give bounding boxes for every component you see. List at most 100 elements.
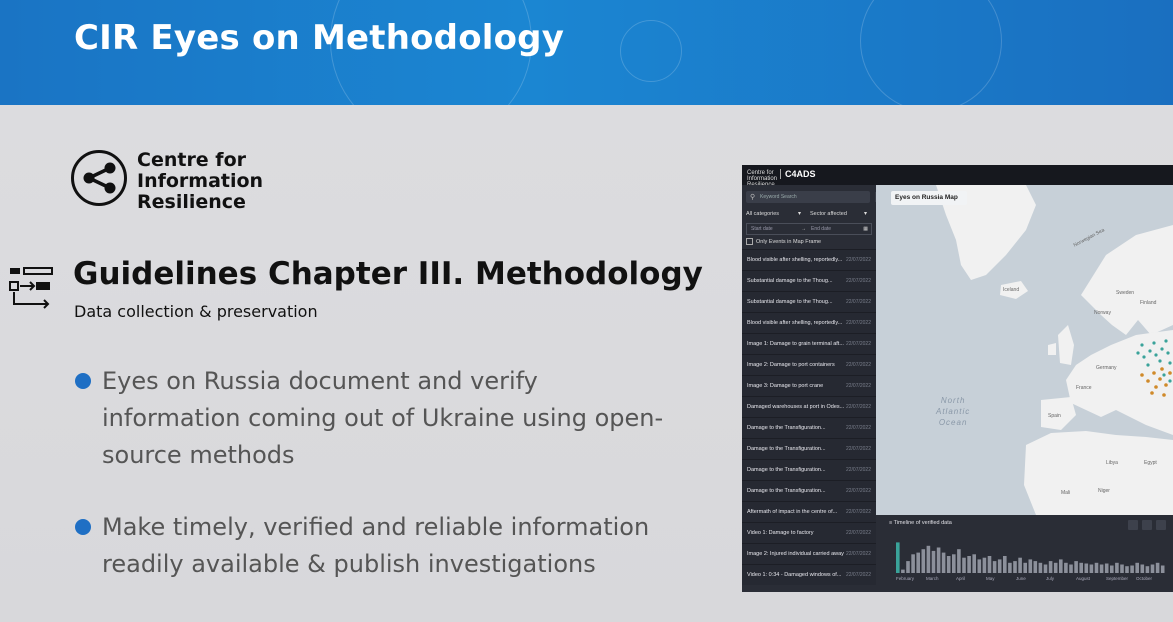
start-date-field[interactable]: Start date bbox=[751, 224, 773, 234]
timeline-bar[interactable] bbox=[1028, 559, 1033, 573]
timeline-bar[interactable] bbox=[1013, 561, 1017, 573]
event-date: 22/07/2022 bbox=[845, 425, 871, 431]
timeline-bar[interactable] bbox=[1130, 565, 1134, 574]
timeline-bar[interactable] bbox=[911, 554, 915, 573]
timeline-bar[interactable] bbox=[967, 556, 971, 573]
timeline-bar[interactable] bbox=[972, 554, 976, 573]
timeline-bar[interactable] bbox=[916, 552, 920, 573]
timeline-bar[interactable] bbox=[1033, 561, 1038, 573]
timeline-bar[interactable] bbox=[896, 542, 900, 573]
timeline-bar[interactable] bbox=[1094, 562, 1099, 573]
end-date-field[interactable]: End date bbox=[811, 224, 831, 234]
timeline-bar[interactable] bbox=[1160, 565, 1165, 574]
event-list-item[interactable]: Aftermath of impact in the centre of... 2… bbox=[742, 501, 876, 522]
event-list-item[interactable]: Image 3: Damage to port crane 22/07/2022 bbox=[742, 375, 876, 396]
app-header: Centre for Information Resilience C4ADS bbox=[742, 165, 1173, 188]
timeline-bar[interactable] bbox=[1003, 556, 1007, 573]
event-title: Substantial damage to the Thoug... bbox=[747, 299, 833, 305]
event-list-item[interactable]: Damage to the Transfiguration... 22/07/20… bbox=[742, 438, 876, 459]
map-view[interactable]: Eyes on Russia Map Norwegian Sea Iceland… bbox=[876, 185, 1173, 515]
eyes-on-russia-app-screenshot: Centre for Information Resilience C4ADS … bbox=[742, 165, 1173, 592]
event-list-item[interactable]: Damaged warehouses at port in Odes... 22/… bbox=[742, 396, 876, 417]
date-range[interactable]: Start date → End date ▦ bbox=[746, 223, 872, 235]
event-list: Blood visible after shelling, reportedly… bbox=[742, 249, 876, 585]
event-list-item[interactable]: Damage to the Transfiguration... 22/07/20… bbox=[742, 459, 876, 480]
timeline-bar[interactable] bbox=[1150, 564, 1155, 574]
timeline-bar[interactable] bbox=[936, 547, 941, 574]
timeline-bar[interactable] bbox=[1145, 566, 1150, 573]
checkbox-icon[interactable] bbox=[746, 238, 753, 245]
app-brand-large: C4ADS bbox=[780, 169, 816, 179]
search-box[interactable]: ⚲ bbox=[746, 191, 870, 203]
timeline-bar[interactable] bbox=[1125, 566, 1129, 573]
timeline-bar[interactable] bbox=[957, 549, 961, 573]
timeline-bar[interactable] bbox=[992, 561, 997, 573]
event-date: 22/07/2022 bbox=[845, 341, 871, 347]
timeline-bar[interactable] bbox=[941, 552, 946, 573]
timeline-bar[interactable] bbox=[1135, 562, 1139, 573]
event-list-item[interactable]: Image 1: Damage to grain terminal aft...… bbox=[742, 333, 876, 354]
event-list-item[interactable]: Video 1: 0:34 - Damaged windows of... 22/… bbox=[742, 564, 876, 585]
timeline-bar[interactable] bbox=[982, 557, 987, 573]
search-input[interactable] bbox=[760, 191, 860, 203]
chevron-down-icon: ▾ bbox=[797, 211, 801, 217]
timeline-bar[interactable] bbox=[1079, 562, 1083, 573]
timeline-bar[interactable] bbox=[1018, 557, 1022, 573]
bullet-dot-icon bbox=[75, 373, 91, 389]
timeline-bar[interactable] bbox=[1059, 559, 1063, 573]
event-list-item[interactable]: Video 1: Damage to factory 22/07/2022 bbox=[742, 522, 876, 543]
timeline-bar[interactable] bbox=[977, 559, 982, 573]
timeline-bar[interactable] bbox=[962, 557, 966, 573]
timeline-bar[interactable] bbox=[946, 556, 951, 573]
timeline-bar[interactable] bbox=[1140, 564, 1145, 574]
timeline-bar[interactable] bbox=[1115, 562, 1119, 573]
timeline-bar[interactable] bbox=[921, 549, 926, 573]
timeline-bar[interactable] bbox=[1048, 561, 1053, 573]
event-list-item[interactable]: Blood visible after shelling, reportedly… bbox=[742, 249, 876, 270]
timeline-bar[interactable] bbox=[1023, 562, 1027, 573]
timeline-month-label: April bbox=[956, 576, 966, 581]
timeline-bar[interactable] bbox=[1110, 565, 1114, 574]
event-list-item[interactable]: Image 2: Injured individual carried away… bbox=[742, 543, 876, 564]
event-list-item[interactable]: Damage to the Transfiguration... 22/07/20… bbox=[742, 480, 876, 501]
timeline-bar[interactable] bbox=[1155, 562, 1160, 573]
timeline-bar[interactable] bbox=[1038, 562, 1043, 573]
event-list-item[interactable]: Damage to the Transfiguration... 22/07/20… bbox=[742, 417, 876, 438]
timeline-bar[interactable] bbox=[1069, 564, 1073, 574]
event-list-item[interactable]: Blood visible after shelling, reportedly… bbox=[742, 312, 876, 333]
timeline-bar[interactable] bbox=[1053, 562, 1058, 573]
timeline-bar[interactable] bbox=[1104, 563, 1109, 574]
timeline-bar[interactable] bbox=[952, 554, 956, 573]
bullet-item: Make timely, verified and reliable infor… bbox=[74, 509, 664, 583]
timeline-bar[interactable] bbox=[1074, 561, 1078, 573]
calendar-icon[interactable]: ▦ bbox=[863, 224, 868, 234]
timeline-bar[interactable] bbox=[926, 545, 931, 573]
sector-select[interactable]: Sector affected ▾ bbox=[810, 208, 870, 220]
map-label: Iceland bbox=[1003, 287, 1020, 293]
map-label: Mali bbox=[1061, 490, 1071, 496]
timeline-bar[interactable] bbox=[1089, 564, 1094, 574]
map-frame-checkbox[interactable]: Only Events in Map Frame bbox=[746, 238, 821, 245]
timeline-bar[interactable] bbox=[1084, 563, 1089, 574]
category-select[interactable]: All categories ▾ bbox=[746, 208, 804, 220]
timeline-bar[interactable] bbox=[931, 550, 936, 573]
bullet-list: Eyes on Russia document and verify infor… bbox=[74, 363, 664, 618]
event-list-item[interactable]: Image 2: Damage to port containers 22/07/… bbox=[742, 354, 876, 375]
timeline-bar[interactable] bbox=[901, 569, 905, 573]
event-title: Image 1: Damage to grain terminal aft... bbox=[747, 341, 844, 347]
timeline-bar[interactable] bbox=[906, 561, 910, 573]
timeline-bar[interactable] bbox=[1099, 564, 1104, 574]
timeline-bar[interactable] bbox=[987, 556, 992, 573]
timeline-bar[interactable] bbox=[997, 559, 1002, 573]
timeline-bar[interactable] bbox=[1064, 562, 1068, 573]
event-date: 22/07/2022 bbox=[845, 530, 871, 536]
timeline-bar[interactable] bbox=[1120, 564, 1124, 574]
event-list-item[interactable]: Substantial damage to the Thoug... 22/07/… bbox=[742, 291, 876, 312]
map-label: Norway bbox=[1094, 310, 1111, 316]
map-label: Germany bbox=[1096, 365, 1117, 371]
timeline-month-label: August bbox=[1076, 576, 1091, 581]
event-list-item[interactable]: Substantial damage to the Thoug... 22/07/… bbox=[742, 270, 876, 291]
event-date: 22/07/2022 bbox=[845, 404, 871, 410]
timeline-bar[interactable] bbox=[1043, 564, 1048, 574]
timeline-bar[interactable] bbox=[1008, 562, 1012, 573]
